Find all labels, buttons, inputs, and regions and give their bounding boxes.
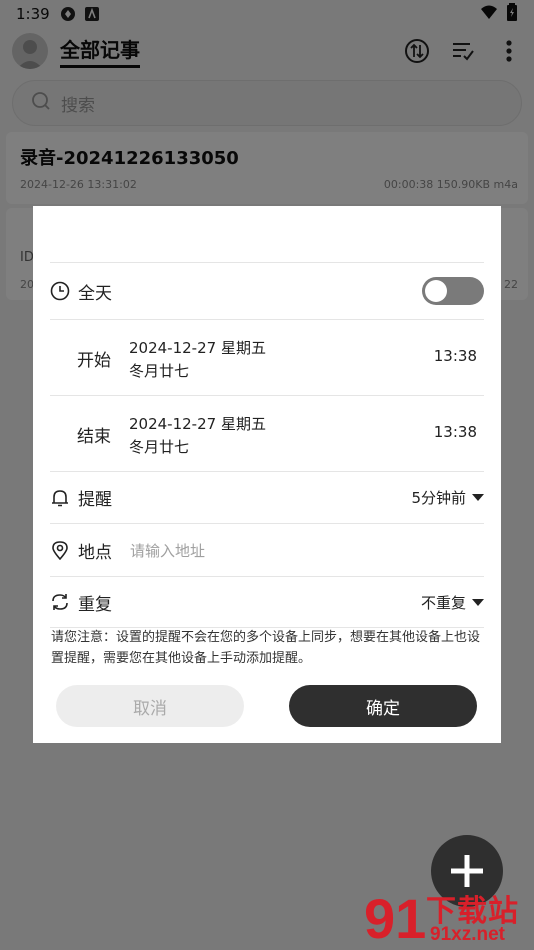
svg-text:91: 91 <box>364 887 426 950</box>
reminder-label: 提醒 <box>78 490 112 510</box>
bell-icon <box>50 488 70 508</box>
repeat-icon <box>50 592 70 612</box>
start-lunar-date: 冬月廿七 <box>129 362 190 380</box>
confirm-button[interactable]: 确定 <box>289 685 477 727</box>
start-time-row[interactable]: 开始 2024-12-27 星期五 冬月廿七 13:38 <box>50 319 484 395</box>
cancel-button[interactable]: 取消 <box>56 685 244 727</box>
location-input[interactable]: 请输入地址 <box>130 540 205 561</box>
watermark: 91 下载站 91xz.net <box>360 880 534 950</box>
reminder-dialog: 全天 开始 2024-12-27 星期五 冬月廿七 13:38 结束 2024-… <box>33 206 501 743</box>
dropdown-caret-icon <box>472 494 484 501</box>
repeat-value: 不重复 <box>420 594 466 612</box>
reminder-row[interactable]: 提醒 5分钟前 <box>50 471 484 523</box>
allday-label: 全天 <box>78 283 112 304</box>
watermark-url: 91xz.net <box>430 924 505 945</box>
sync-notice: 请您注意：设置的提醒不会在您的多个设备上同步，想要在其他设备上也设置提醒，需要您… <box>51 630 481 666</box>
end-lunar-date: 冬月廿七 <box>129 438 190 456</box>
start-label: 开始 <box>77 351 111 371</box>
repeat-row[interactable]: 重复 不重复 <box>50 576 484 628</box>
repeat-label: 重复 <box>78 594 112 615</box>
reminder-select[interactable]: 5分钟前 <box>411 487 484 508</box>
end-label: 结束 <box>77 427 111 447</box>
location-row: 地点 请输入地址 <box>50 523 484 576</box>
allday-toggle[interactable] <box>422 277 484 305</box>
location-pin-icon <box>50 540 70 560</box>
repeat-select[interactable]: 不重复 <box>421 592 484 613</box>
allday-row: 全天 <box>50 262 484 319</box>
end-time[interactable]: 13:38 <box>434 423 477 441</box>
dropdown-caret-icon <box>472 599 484 606</box>
watermark-logo-icon: 91 <box>364 887 426 950</box>
toggle-knob <box>425 280 447 302</box>
start-date: 2024-12-27 星期五 <box>129 339 266 357</box>
clock-icon <box>50 281 70 301</box>
reminder-value: 5分钟前 <box>411 489 466 507</box>
end-time-row[interactable]: 结束 2024-12-27 星期五 冬月廿七 13:38 <box>50 395 484 471</box>
start-time[interactable]: 13:38 <box>434 347 477 365</box>
location-label: 地点 <box>78 542 112 563</box>
end-date: 2024-12-27 星期五 <box>129 415 266 433</box>
